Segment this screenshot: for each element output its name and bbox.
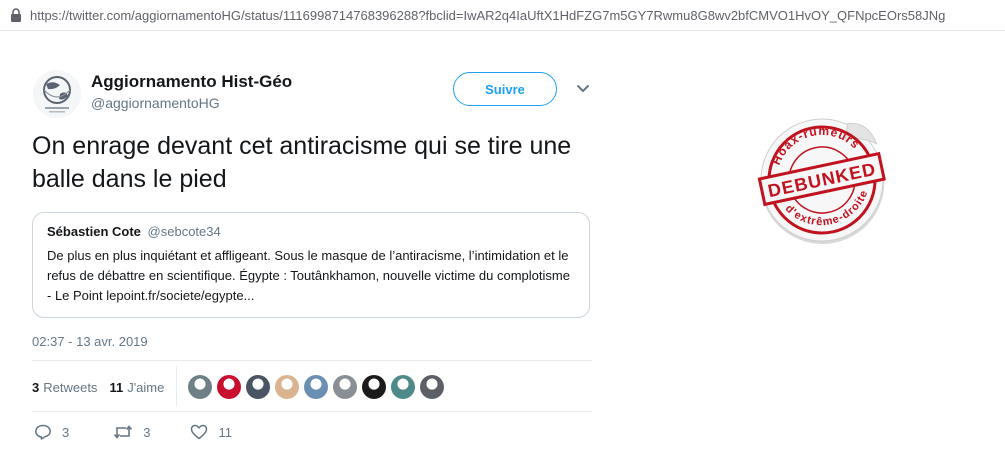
retweet-button[interactable]: 3 [113,424,150,440]
retweets-label: Retweets [43,379,98,395]
globe-logo-icon [43,76,71,113]
quoted-author-handle: @sebcote34 [147,224,221,239]
author-handle[interactable]: @aggiornamentoHG [91,95,220,111]
like-count: 11 [218,424,232,440]
liker-avatar[interactable] [217,375,241,399]
liker-avatar[interactable] [362,375,386,399]
reply-count: 3 [62,424,70,440]
heart-icon [191,424,208,440]
reply-icon [35,424,51,440]
quoted-text: De plus en plus inquiétant et affligeant… [47,248,570,303]
chevron-down-icon[interactable] [575,83,591,95]
like-button[interactable]: 11 [190,424,232,440]
lock-icon [9,8,23,22]
retweet-count: 3 [143,424,151,440]
follow-button[interactable]: Suivre [453,72,557,106]
reply-button[interactable]: 3 [34,424,69,440]
likes-stat[interactable]: 11 J'aime [109,380,164,395]
liker-avatar[interactable] [246,375,270,399]
liker-avatar[interactable] [333,375,357,399]
author-avatar[interactable] [33,70,81,118]
likes-label: J'aime [127,379,165,395]
liker-avatar[interactable] [304,375,328,399]
retweet-icon [114,425,133,439]
quoted-header: Sébastien Cote @sebcote34 [47,224,575,239]
divider [32,411,592,412]
engagement-stats: 3 Retweets 11 J'aime [32,370,164,404]
address-bar[interactable]: https://twitter.com/aggiornamentoHG/stat… [0,0,1005,31]
url-text[interactable]: https://twitter.com/aggiornamentoHG/stat… [30,8,945,23]
liker-avatars [188,375,449,399]
stats-divider [176,366,177,406]
likes-count: 11 [109,379,124,395]
tweet-text: On enrage devant cet antiracisme qui se … [32,132,572,193]
quoted-author-name: Sébastien Cote [47,224,141,239]
liker-avatar[interactable] [275,375,299,399]
debunked-stamp: Hoax-rumeurs DEBUNKED d'extrême-droite [757,115,886,244]
retweets-count: 3 [32,379,40,395]
liker-avatar[interactable] [391,375,415,399]
tweet-actions: 3 3 11 [34,424,232,440]
quoted-tweet[interactable]: Sébastien Cote @sebcote34 De plus en plu… [32,212,590,318]
divider [32,360,592,361]
tweet-timestamp[interactable]: 02:37 - 13 avr. 2019 [32,334,148,349]
retweets-stat[interactable]: 3 Retweets [32,380,97,395]
liker-avatar[interactable] [420,375,444,399]
author-name[interactable]: Aggiornamento Hist-Géo [91,72,292,92]
liker-avatar[interactable] [188,375,212,399]
